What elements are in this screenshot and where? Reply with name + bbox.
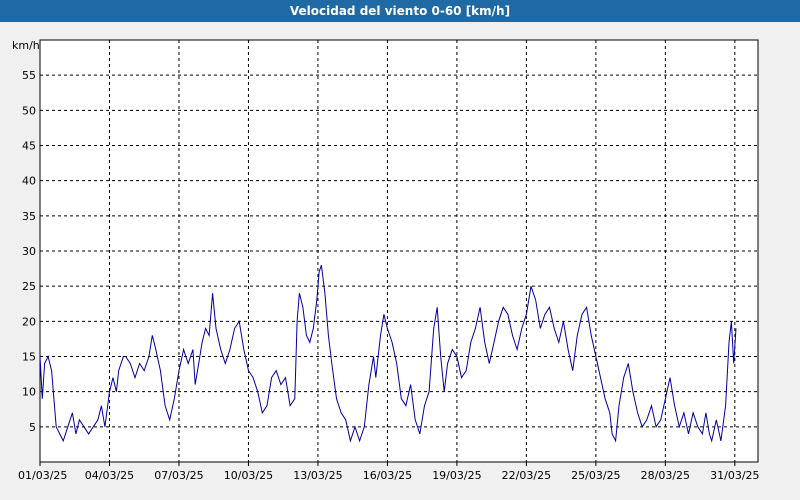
- chart-window: Velocidad del viento 0-60 [km/h] km/h 5 1…: [0, 0, 800, 500]
- y-tick-label: 15: [22, 351, 36, 364]
- wind-speed-chart: km/h 5 10 15 20 25 30 35 40 45 50 55 01/03/25 04/03…: [12, 39, 760, 482]
- chart-title: Velocidad del viento 0-60 [km/h]: [0, 0, 800, 22]
- x-tick-labels: 01/03/25 04/03/25 07/03/25 10/03/25 13/03/25…: [18, 462, 760, 482]
- x-tick-label: 07/03/25: [154, 469, 203, 482]
- x-tick-label: 19/03/25: [432, 469, 481, 482]
- plot-area: [39, 39, 759, 463]
- x-tick-label: 25/03/25: [571, 469, 620, 482]
- x-tick-label: 31/03/25: [710, 469, 759, 482]
- y-tick-label: 10: [22, 386, 36, 399]
- y-tick-label: 20: [22, 315, 36, 328]
- y-tick-label: 55: [22, 69, 36, 82]
- y-tick-label: 5: [29, 421, 36, 434]
- y-axis-unit-label: km/h: [12, 39, 40, 52]
- y-tick-label: 50: [22, 104, 36, 117]
- x-tick-label: 04/03/25: [85, 469, 134, 482]
- y-tick-label: 40: [22, 175, 36, 188]
- y-tick-label: 45: [22, 140, 36, 153]
- x-tick-label: 28/03/25: [641, 469, 690, 482]
- x-tick-label: 22/03/25: [502, 469, 551, 482]
- y-tick-label: 25: [22, 280, 36, 293]
- y-tick-labels: 5 10 15 20 25 30 35 40 45 50 55: [22, 69, 36, 434]
- x-tick-label: 10/03/25: [224, 469, 273, 482]
- y-tick-label: 30: [22, 245, 36, 258]
- x-tick-label: 01/03/25: [18, 469, 67, 482]
- x-tick-label: 16/03/25: [363, 469, 412, 482]
- y-tick-label: 35: [22, 210, 36, 223]
- x-tick-label: 13/03/25: [293, 469, 342, 482]
